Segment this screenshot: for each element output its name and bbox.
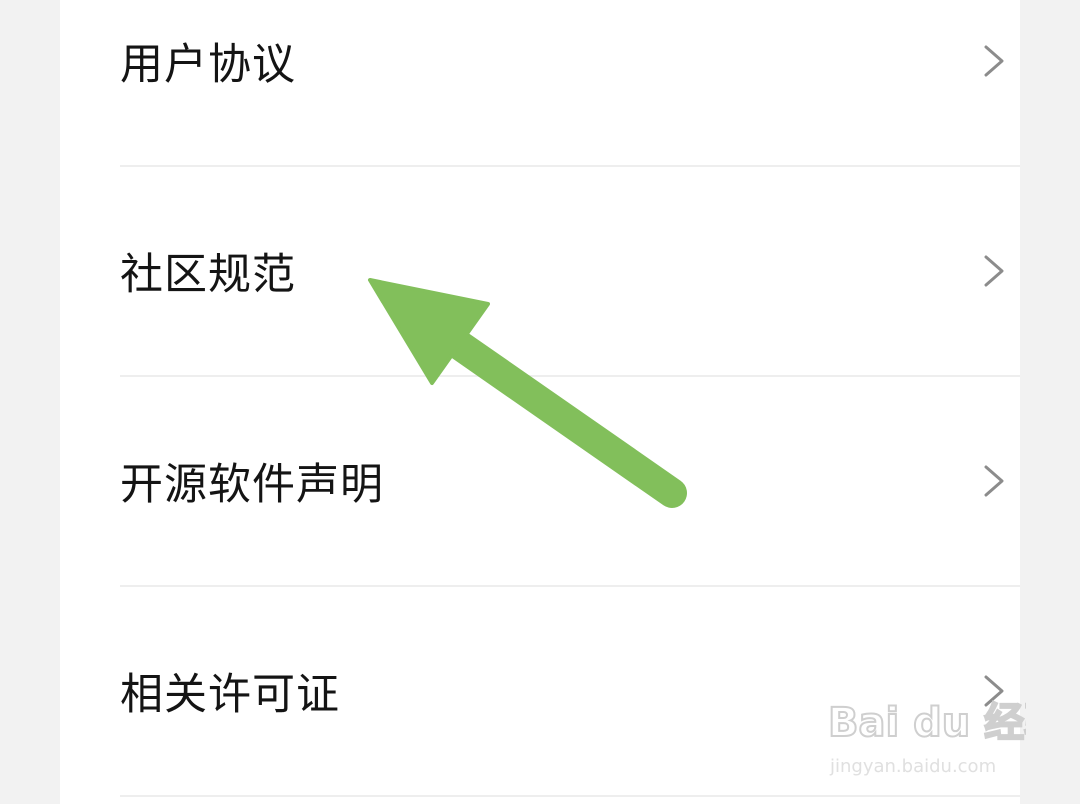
- chevron-right-icon: [984, 465, 1004, 497]
- chevron-right-icon: [984, 675, 1004, 707]
- settings-card: 用户协议 社区规范 开源软件声明 相关许可证: [60, 0, 1020, 804]
- list-item-open-source-notice[interactable]: 开源软件声明: [120, 376, 1020, 586]
- list-item-label: 用户协议: [120, 40, 296, 90]
- list-item-community-guidelines[interactable]: 社区规范: [120, 166, 1020, 376]
- list-item-label: 开源软件声明: [120, 460, 384, 510]
- list-item-user-agreement[interactable]: 用户协议: [120, 0, 1020, 166]
- chevron-right-icon: [984, 255, 1004, 287]
- list-item-licenses[interactable]: 相关许可证: [120, 586, 1020, 796]
- divider: [120, 795, 1020, 797]
- list-item-label: 相关许可证: [120, 670, 340, 720]
- list-item-label: 社区规范: [120, 250, 296, 300]
- chevron-right-icon: [984, 45, 1004, 77]
